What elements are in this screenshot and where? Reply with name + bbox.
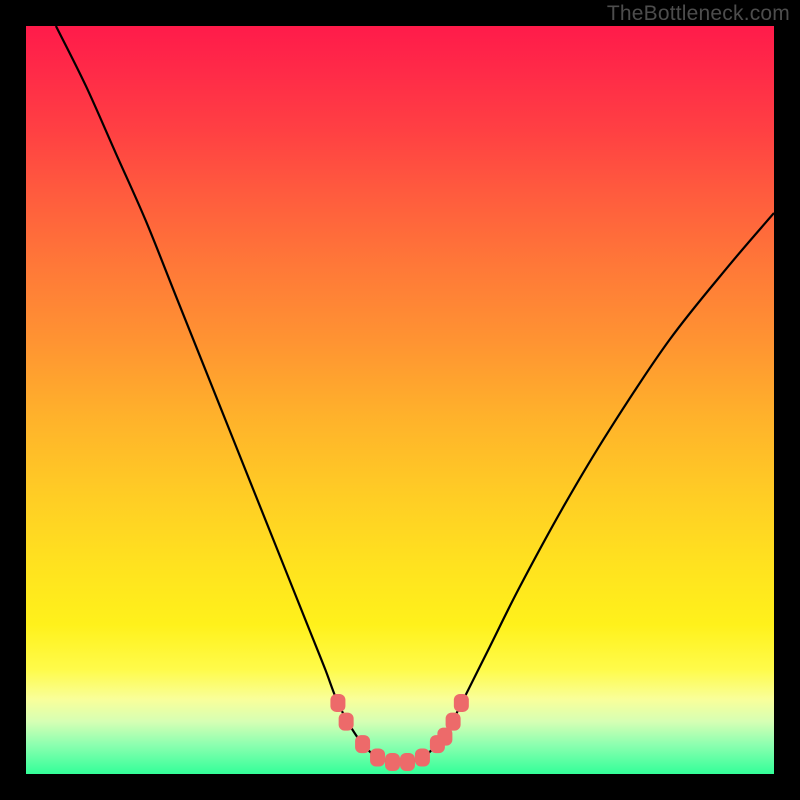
watermark-text: TheBottleneck.com	[607, 2, 790, 26]
plot-area	[26, 26, 774, 774]
curve-marker	[339, 713, 354, 731]
curve-layer	[26, 26, 774, 774]
chart-frame: TheBottleneck.com	[0, 0, 800, 800]
curve-marker	[385, 753, 400, 771]
curve-marker	[446, 713, 461, 731]
curve-markers	[330, 694, 468, 771]
curve-marker	[330, 694, 345, 712]
curve-marker	[370, 749, 385, 767]
curve-marker	[400, 753, 415, 771]
curve-marker	[355, 735, 370, 753]
curve-marker	[415, 749, 430, 767]
curve-marker	[454, 694, 469, 712]
bottleneck-curve	[56, 26, 774, 763]
